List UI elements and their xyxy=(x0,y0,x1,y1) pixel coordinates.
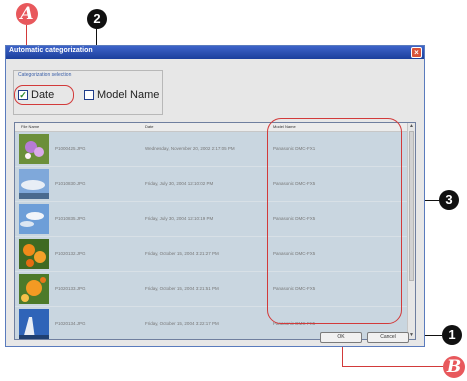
file-name-cell: P1010835.JPG xyxy=(55,216,86,221)
date-cell: Friday, July 30, 2004 12:10:02 PM xyxy=(145,181,214,186)
file-name-cell: P1020134.JPG xyxy=(55,321,86,326)
photo-thumbnail-flowers xyxy=(19,134,49,164)
scroll-down-arrow-icon[interactable]: ▼ xyxy=(408,332,415,339)
scrollbar-thumb[interactable] xyxy=(409,131,414,281)
vertical-scrollbar[interactable]: ▲ ▼ xyxy=(407,123,415,339)
cancel-button[interactable]: Cancel xyxy=(367,332,409,343)
model-name-checkbox-label: Model Name xyxy=(97,89,160,101)
title-bar: Automatic categorization × xyxy=(6,46,424,59)
callout-1-marker: 1 xyxy=(442,325,462,345)
date-cell: Wednesday, November 20, 2002 2:17:05 PM xyxy=(145,146,235,151)
model-name-checkbox[interactable]: Model Name xyxy=(84,87,159,103)
close-button[interactable]: × xyxy=(411,47,422,58)
file-name-cell: P1020132.JPG xyxy=(55,251,86,256)
date-option-highlight xyxy=(14,85,74,105)
dialog-title: Automatic categorization xyxy=(9,47,93,54)
file-name-cell: P1010830.JPG xyxy=(55,181,86,186)
photo-thumbnail-sky xyxy=(19,309,49,339)
column-date[interactable]: Date xyxy=(145,124,153,129)
callout-b-marker: B xyxy=(443,356,465,378)
photo-thumbnail-orange-flowers xyxy=(19,274,49,304)
model-name-column-highlight xyxy=(267,118,402,324)
photo-thumbnail-orange-flowers xyxy=(19,239,49,269)
photo-thumbnail-sky xyxy=(19,204,49,234)
callout-2-marker: 2 xyxy=(87,9,107,29)
categorization-group-label: Categorization selection xyxy=(16,72,74,78)
scroll-up-arrow-icon[interactable]: ▲ xyxy=(408,123,415,130)
callout-b-line-h xyxy=(342,366,443,367)
date-cell: Friday, October 15, 2004 3:21:27 PM xyxy=(145,251,219,256)
column-file-name[interactable]: File Name xyxy=(21,124,39,129)
ok-button[interactable]: OK xyxy=(320,332,362,343)
file-name-cell: P1000425.JPG xyxy=(55,146,86,151)
date-cell: Friday, October 15, 2004 3:21:51 PM xyxy=(145,286,219,291)
date-cell: Friday, October 15, 2004 3:22:17 PM xyxy=(145,321,219,326)
checkbox-unchecked-icon xyxy=(84,90,94,100)
file-name-cell: P1020133.JPG xyxy=(55,286,86,291)
callout-a-marker: A xyxy=(16,3,38,25)
date-cell: Friday, July 30, 2004 12:10:19 PM xyxy=(145,216,214,221)
photo-thumbnail-sky xyxy=(19,169,49,199)
callout-3-marker: 3 xyxy=(439,190,459,210)
